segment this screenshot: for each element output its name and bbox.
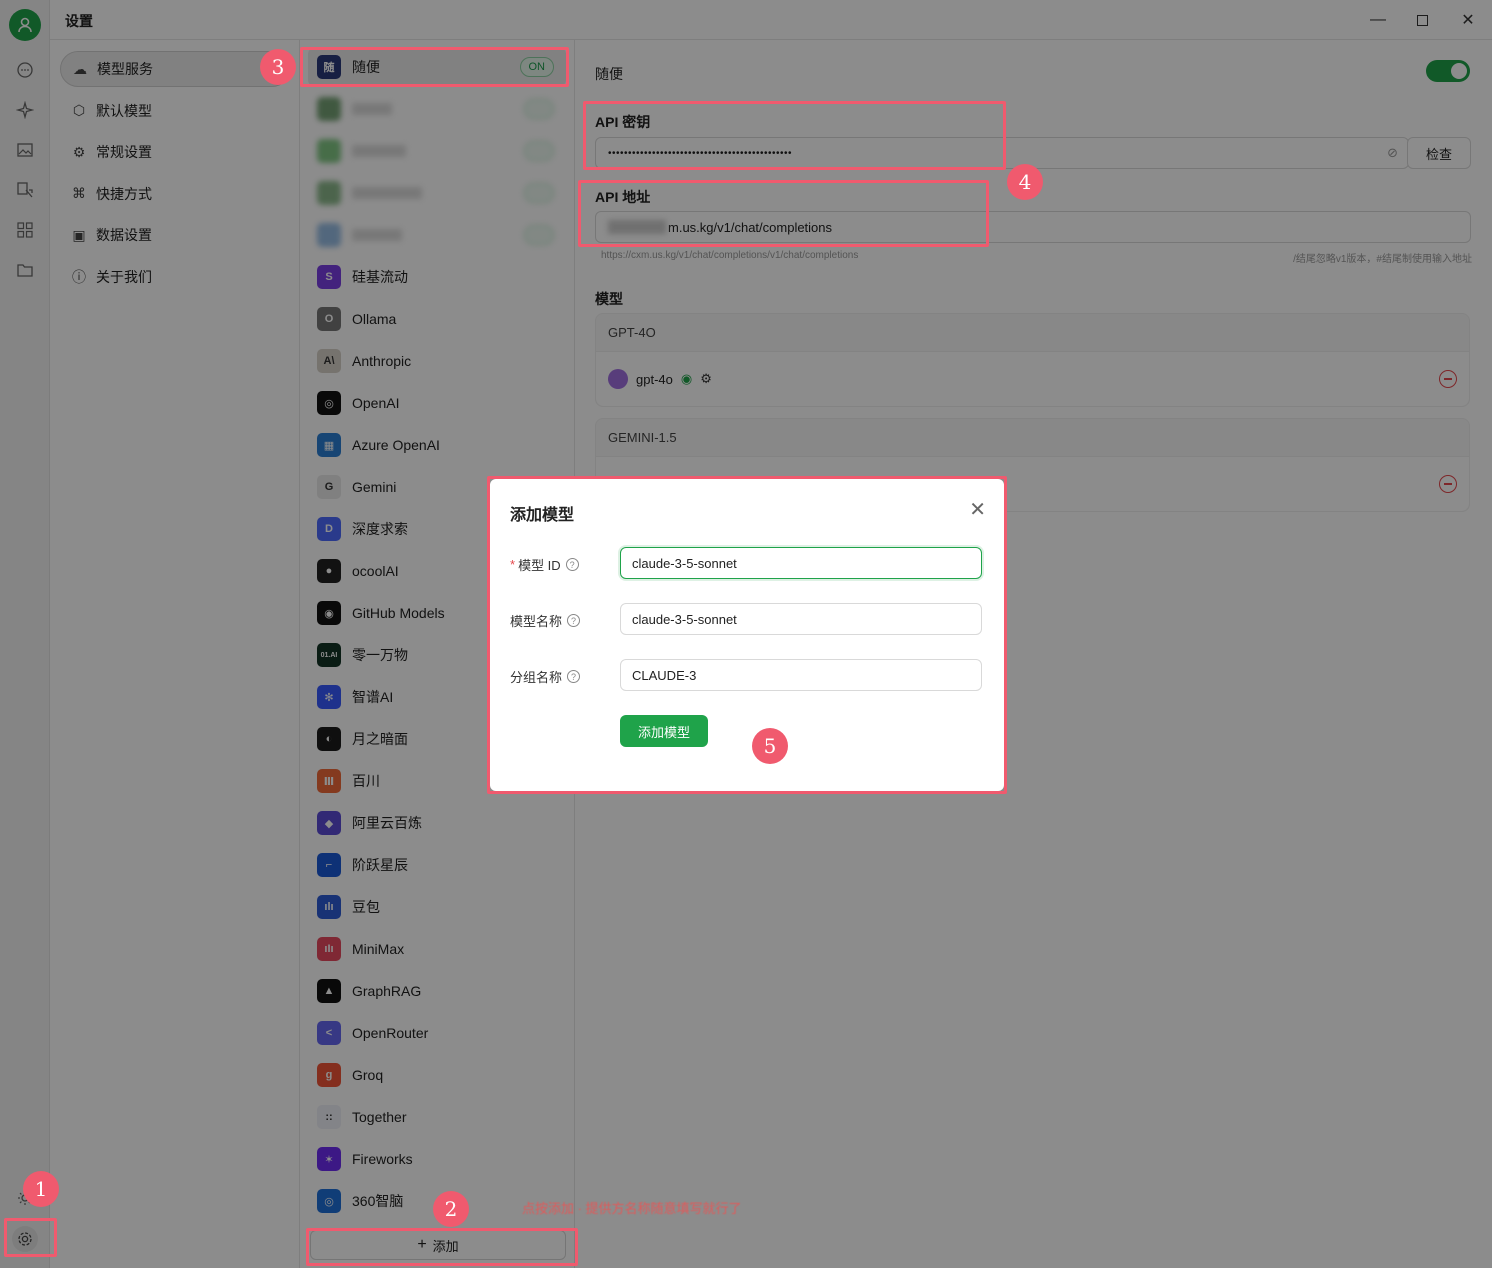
annotation-badge: 1 (23, 1171, 59, 1207)
annotation-badge: 3 (260, 49, 296, 85)
annotation-badge: 2 (433, 1191, 469, 1227)
annotation-badge: 4 (1007, 164, 1043, 200)
annotation-note: 点按添加 · 提供方名称随意填写就行了 (522, 1201, 742, 1216)
annotation-box-add (306, 1228, 578, 1266)
annotation-box-dialog (487, 476, 1007, 794)
annotation-badge: 5 (752, 728, 788, 764)
annotation-box-api-url (578, 180, 989, 247)
annotation-box-api-key (583, 101, 1006, 170)
annotation-box-settings (4, 1218, 57, 1257)
annotation-box-provider (300, 47, 569, 87)
